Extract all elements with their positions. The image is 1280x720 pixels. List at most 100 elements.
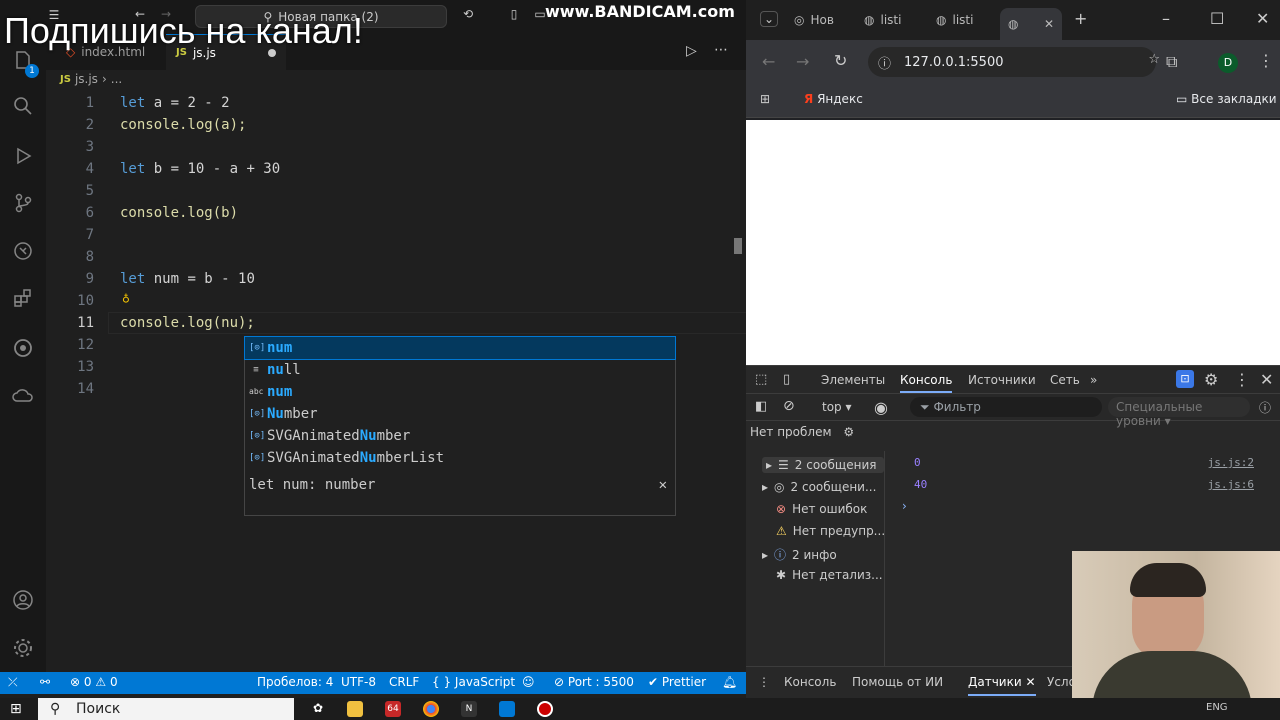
account-icon[interactable] bbox=[7, 584, 39, 616]
clear-console-icon[interactable]: ⊘ bbox=[783, 398, 795, 414]
forward-icon[interactable]: → bbox=[796, 52, 809, 71]
sidebar-item-info[interactable]: ▸ ⓘ 2 инфо bbox=[762, 546, 837, 563]
copilot-icon[interactable]: ⟲ bbox=[458, 7, 478, 21]
new-tab-icon[interactable]: + bbox=[1074, 9, 1087, 28]
sidebar-item-verbose[interactable]: ✱ Нет детализ... bbox=[776, 568, 883, 582]
browser-tab[interactable]: ◎ Нов bbox=[794, 8, 834, 32]
suggestion-item[interactable]: abc num bbox=[245, 381, 675, 403]
browser-tab[interactable]: ◍ listi bbox=[864, 8, 901, 32]
close-window-icon[interactable]: ✕ bbox=[1256, 9, 1269, 28]
devtools-tab-network[interactable]: Сеть bbox=[1050, 373, 1080, 387]
suggestion-item[interactable]: [⊙] SVGAnimatedNumber bbox=[245, 425, 675, 447]
devtools-tab-elements[interactable]: Элементы bbox=[821, 373, 885, 387]
issues-icon[interactable]: ⊡ bbox=[1176, 370, 1194, 388]
close-drawer-tab-icon[interactable]: ✕ bbox=[1025, 675, 1035, 689]
source-control-icon[interactable] bbox=[7, 187, 39, 219]
file-explorer-icon[interactable] bbox=[347, 701, 363, 717]
run-file-icon[interactable]: ▷ bbox=[686, 43, 697, 59]
drawer-menu-icon[interactable]: ⋮ bbox=[758, 675, 770, 689]
drawer-tab-sensors[interactable]: Датчики ✕ bbox=[968, 675, 1036, 696]
app-icon-64[interactable]: 64 bbox=[385, 701, 401, 717]
console-log-source[interactable]: js.js:2 bbox=[1208, 456, 1254, 469]
vscode-taskbar-icon[interactable] bbox=[499, 701, 515, 717]
settings-gear-icon[interactable] bbox=[7, 632, 39, 664]
live-server-status[interactable]: ⊘ Port : 5500 bbox=[554, 675, 634, 689]
indentation-status[interactable]: Пробелов: 4 bbox=[257, 675, 333, 689]
sidebar-item-errors[interactable]: ⊗ Нет ошибок bbox=[776, 502, 867, 516]
issues-settings-icon[interactable]: ⚙ bbox=[843, 425, 854, 439]
eol-status[interactable]: CRLF bbox=[389, 675, 419, 689]
chrome-menu-icon[interactable]: ⋮ bbox=[1258, 51, 1274, 70]
windows-start-icon[interactable]: ⊞ bbox=[10, 701, 22, 717]
live-share-icon[interactable] bbox=[7, 332, 39, 364]
address-bar[interactable]: ⓘ 127.0.0.1:5500 ☆ bbox=[868, 47, 1160, 77]
search-sidebar-icon[interactable] bbox=[7, 90, 39, 122]
maximize-icon[interactable]: ☐ bbox=[1210, 9, 1224, 28]
sidebar-item-user-messages[interactable]: ▸ ◎ 2 сообщени... bbox=[762, 480, 876, 494]
extensions-puzzle-icon[interactable]: ⧉ bbox=[1166, 52, 1177, 72]
prettier-status[interactable]: ✔ Prettier bbox=[648, 675, 706, 689]
bandicam-icon[interactable] bbox=[537, 701, 553, 717]
sidebar-item-warnings[interactable]: ⚠ Нет предупр... bbox=[776, 524, 885, 538]
live-expression-eye-icon[interactable]: ◉ bbox=[874, 398, 888, 417]
minimize-icon[interactable]: – bbox=[1162, 9, 1170, 28]
taskbar-search[interactable]: ⚲ Поиск bbox=[38, 698, 294, 720]
tab-search-icon[interactable]: ⌄ bbox=[760, 11, 779, 27]
context-selector[interactable]: top ▾ bbox=[822, 400, 852, 414]
browser-tab-active[interactable]: ◍ ✕ bbox=[1000, 8, 1062, 40]
notion-icon[interactable]: N bbox=[461, 701, 477, 717]
console-prompt-icon[interactable]: › bbox=[902, 499, 907, 513]
cloud-icon[interactable] bbox=[7, 380, 39, 412]
suggestion-item[interactable]: ≡ null bbox=[245, 359, 675, 381]
info-icon[interactable]: ⓘ bbox=[1259, 399, 1271, 416]
encoding-status[interactable]: UTF-8 bbox=[341, 675, 376, 689]
bookmark-yandex[interactable]: Я Яндекс bbox=[804, 92, 863, 106]
close-detail-icon[interactable]: ✕ bbox=[659, 477, 667, 493]
more-actions-icon[interactable]: ⋯ bbox=[714, 42, 728, 58]
site-info-icon[interactable]: ⓘ bbox=[878, 53, 891, 72]
layout-icon[interactable]: ▯ bbox=[504, 7, 524, 21]
close-devtools-icon[interactable]: ✕ bbox=[1260, 370, 1273, 389]
run-debug-icon[interactable] bbox=[7, 140, 39, 172]
sidebar-item-messages[interactable]: ▸ ☰ 2 сообщения bbox=[762, 457, 885, 473]
page-viewport[interactable] bbox=[746, 120, 1280, 365]
breadcrumb-more[interactable]: ... bbox=[111, 72, 122, 86]
notifications-bell-icon[interactable]: 🔔︎ bbox=[722, 675, 737, 689]
chrome-taskbar-icon[interactable] bbox=[423, 701, 439, 717]
reload-icon[interactable]: ↻ bbox=[834, 51, 847, 70]
console-log-source[interactable]: js.js:6 bbox=[1208, 478, 1254, 491]
devtools-tab-sources[interactable]: Источники bbox=[968, 373, 1036, 387]
suggestion-item[interactable]: [⊙] SVGAnimatedNumberList bbox=[245, 447, 675, 469]
extensions-icon[interactable] bbox=[7, 282, 39, 314]
no-problems-label[interactable]: Нет проблем bbox=[750, 425, 832, 439]
devtools-settings-icon[interactable]: ⚙ bbox=[1204, 370, 1218, 389]
inspect-element-icon[interactable]: ⬚ bbox=[755, 372, 767, 387]
problems-status[interactable]: ⊗ 0 ⚠ 0 bbox=[70, 675, 118, 689]
back-icon[interactable]: ← bbox=[762, 52, 775, 71]
all-bookmarks[interactable]: ▭ Все закладки bbox=[1176, 92, 1277, 106]
devtools-menu-icon[interactable]: ⋮ bbox=[1234, 370, 1250, 389]
suggestion-item[interactable]: [⊙] Number bbox=[245, 403, 675, 425]
device-toolbar-icon[interactable]: ▯ bbox=[783, 372, 790, 387]
browser-tab[interactable]: ◍ listi bbox=[936, 8, 973, 32]
more-tabs-icon[interactable]: » bbox=[1090, 373, 1097, 387]
live-share-status-icon[interactable]: ⚯ bbox=[40, 675, 50, 689]
log-levels-dropdown[interactable]: Специальные уровни ▾ bbox=[1108, 397, 1250, 428]
remote-icon[interactable]: ⤫ bbox=[8, 675, 18, 690]
remote-explorer-icon[interactable] bbox=[7, 235, 39, 267]
drawer-tab-console[interactable]: Консоль bbox=[784, 675, 836, 689]
suggestion-item[interactable]: [⊙] num bbox=[244, 336, 676, 360]
breadcrumb-file[interactable]: js.js bbox=[75, 72, 98, 86]
bookmark-star-icon[interactable]: ☆ bbox=[1148, 52, 1160, 67]
language-indicator[interactable]: ENG bbox=[1206, 702, 1228, 713]
close-tab-icon[interactable]: ✕ bbox=[1044, 17, 1054, 31]
profile-avatar[interactable]: D bbox=[1218, 53, 1238, 73]
language-status[interactable]: { } JavaScript bbox=[432, 675, 515, 689]
apps-grid-icon[interactable]: ⊞ bbox=[760, 92, 770, 106]
drawer-tab-ai-help[interactable]: Помощь от ИИ bbox=[852, 675, 943, 689]
copilot-status-icon[interactable]: ☺ bbox=[522, 675, 535, 689]
lightbulb-icon[interactable]: ♁ bbox=[122, 288, 130, 310]
console-filter-input[interactable]: ⏷ Фильтр bbox=[910, 397, 1102, 417]
scrollbar-thumb[interactable] bbox=[734, 238, 742, 254]
devtools-tab-console[interactable]: Консоль bbox=[900, 373, 953, 393]
